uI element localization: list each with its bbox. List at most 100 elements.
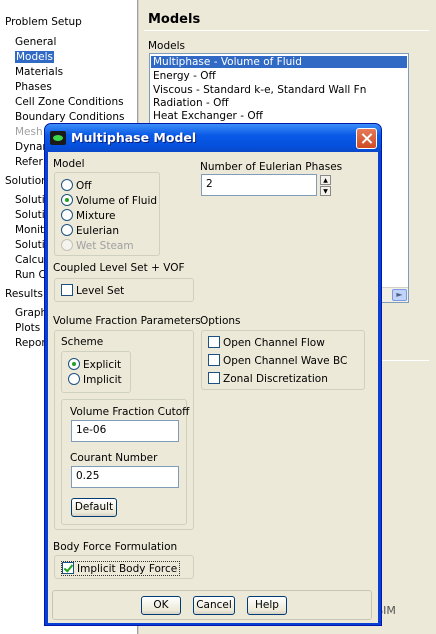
- model-vof-radio[interactable]: Volume of Fluid: [61, 194, 157, 207]
- tree-item-materials[interactable]: Materials: [15, 66, 63, 78]
- scroll-right-icon[interactable]: ►: [392, 289, 407, 301]
- body-force-group: Implicit Body Force: [54, 555, 194, 579]
- open-channel-flow-checkbox[interactable]: Open Channel Flow: [208, 336, 325, 349]
- tree-item-mesh[interactable]: Mesh: [15, 126, 43, 138]
- fluent-app-icon: [50, 131, 66, 145]
- dialog-body: Model Off Volume of Fluid Mixture Euleri…: [48, 152, 378, 623]
- radio-label: Volume of Fluid: [76, 195, 158, 207]
- checkbox-label: Open Channel Wave BC: [223, 355, 348, 367]
- close-button[interactable]: [356, 128, 377, 149]
- tree-section-solution[interactable]: Solution: [5, 175, 48, 187]
- multiphase-model-dialog: Multiphase Model Model Off Volume of Flu…: [44, 123, 382, 626]
- tree-item-general[interactable]: General: [15, 36, 56, 48]
- radio-icon: [61, 179, 73, 191]
- tree-label: Plots: [15, 322, 41, 334]
- tree-label: Solution: [5, 175, 48, 187]
- models-list-label: Models: [148, 40, 185, 52]
- tree-label: Calcul: [15, 254, 48, 266]
- radio-icon: [61, 224, 73, 236]
- list-item[interactable]: Heat Exchanger - Off: [153, 110, 263, 122]
- radio-selected-icon: [68, 358, 80, 370]
- radio-icon: [61, 209, 73, 221]
- model-group-label: Model: [53, 158, 85, 170]
- dialog-titlebar[interactable]: Multiphase Model: [45, 124, 381, 152]
- tree-item-models[interactable]: Models: [15, 51, 54, 63]
- coupled-level-set-label: Coupled Level Set + VOF: [53, 262, 185, 274]
- spin-down-icon[interactable]: ▼: [320, 186, 331, 196]
- model-mixture-radio[interactable]: Mixture: [61, 209, 116, 222]
- tree-section-problem-setup[interactable]: Problem Setup: [5, 16, 82, 28]
- model-eulerian-radio[interactable]: Eulerian: [61, 224, 119, 237]
- cutoff-label: Volume Fraction Cutoff: [70, 406, 190, 418]
- zonal-discretization-checkbox[interactable]: Zonal Discretization: [208, 372, 328, 385]
- tree-item-graphics[interactable]: Graph: [15, 307, 47, 319]
- cutoff-group: Volume Fraction Cutoff 1e-06 Courant Num…: [61, 399, 190, 525]
- tree-label: Results: [5, 288, 43, 300]
- list-item[interactable]: Multiphase - Volume of Fluid: [151, 56, 407, 68]
- radio-label: Explicit: [83, 359, 122, 371]
- tree-item-reference-values[interactable]: Refer: [15, 156, 43, 168]
- cutoff-input[interactable]: 1e-06: [71, 420, 179, 442]
- checkbox-icon: [208, 354, 220, 366]
- tree-label: Materials: [15, 66, 64, 78]
- tree-item-calculation-activities[interactable]: Calcul: [15, 254, 47, 266]
- checkbox-icon: [61, 284, 73, 296]
- checkbox-icon: [208, 336, 220, 348]
- model-wet-steam-radio: Wet Steam: [61, 239, 134, 252]
- scheme-implicit-radio[interactable]: Implicit: [68, 373, 122, 386]
- spin-up-icon[interactable]: ▲: [320, 175, 331, 185]
- tree-label: Repor: [15, 337, 46, 349]
- dialog-title: Multiphase Model: [71, 130, 197, 145]
- eulerian-phases-input[interactable]: 2: [201, 174, 317, 196]
- eulerian-phases-label: Number of Eulerian Phases: [200, 161, 343, 173]
- panel-title: Models: [148, 12, 201, 27]
- tree-label: Refer: [15, 156, 43, 168]
- radio-label: Off: [76, 180, 92, 192]
- tree-label: Boundary Conditions: [15, 111, 125, 123]
- list-item[interactable]: Energy - Off: [153, 70, 216, 82]
- radio-icon: [61, 239, 73, 251]
- model-group: Off Volume of Fluid Mixture Eulerian Wet…: [54, 172, 160, 256]
- radio-label: Wet Steam: [76, 240, 134, 252]
- courant-label: Courant Number: [70, 452, 158, 464]
- tree-label: General: [15, 36, 57, 48]
- tree-label: Models: [15, 51, 54, 63]
- default-button[interactable]: Default: [71, 498, 117, 517]
- coupled-level-set-group: Level Set: [54, 278, 194, 302]
- cancel-button[interactable]: Cancel: [193, 596, 235, 615]
- ok-button[interactable]: OK: [141, 596, 181, 615]
- tree-label: Run C: [15, 269, 46, 281]
- checkbox-icon: [208, 372, 220, 384]
- divider: [144, 30, 429, 31]
- checkbox-label: Level Set: [76, 285, 125, 297]
- open-channel-wave-bc-checkbox[interactable]: Open Channel Wave BC: [208, 354, 347, 367]
- radio-label: Implicit: [83, 374, 122, 386]
- tree-item-boundary-conditions[interactable]: Boundary Conditions: [15, 111, 124, 123]
- radio-label: Eulerian: [76, 225, 119, 237]
- tree-item-run-calculation[interactable]: Run C: [15, 269, 46, 281]
- body-force-label: Body Force Formulation: [53, 541, 178, 553]
- scheme-explicit-radio[interactable]: Explicit: [68, 358, 121, 371]
- checkbox-label: Open Channel Flow: [223, 337, 325, 349]
- checkbox-label: Zonal Discretization: [223, 373, 328, 385]
- courant-input[interactable]: 0.25: [71, 466, 179, 488]
- scheme-label: Scheme: [61, 336, 104, 348]
- tree-label: Phases: [15, 81, 52, 93]
- vf-params-group: Scheme Explicit Implicit Volume Fraction…: [54, 330, 194, 530]
- options-group: Open Channel Flow Open Channel Wave BC Z…: [201, 330, 365, 390]
- tree-item-plots[interactable]: Plots: [15, 322, 40, 334]
- radio-selected-icon: [61, 194, 73, 206]
- list-item[interactable]: Radiation - Off: [153, 97, 229, 109]
- tree-item-reports[interactable]: Repor: [15, 337, 46, 349]
- list-item[interactable]: Viscous - Standard k-e, Standard Wall Fn: [153, 84, 366, 96]
- tree-section-results[interactable]: Results: [5, 288, 43, 300]
- help-button[interactable]: Help: [247, 596, 287, 615]
- tree-label: Problem Setup: [5, 16, 82, 28]
- tree-item-cell-zone-conditions[interactable]: Cell Zone Conditions: [15, 96, 124, 108]
- implicit-body-force-checkbox[interactable]: Implicit Body Force: [61, 561, 181, 576]
- tree-item-phases[interactable]: Phases: [15, 81, 52, 93]
- level-set-checkbox[interactable]: Level Set: [61, 284, 124, 297]
- model-off-radio[interactable]: Off: [61, 179, 92, 192]
- vf-params-label: Volume Fraction Parameters: [53, 315, 201, 327]
- checkbox-checked-icon: [62, 562, 74, 574]
